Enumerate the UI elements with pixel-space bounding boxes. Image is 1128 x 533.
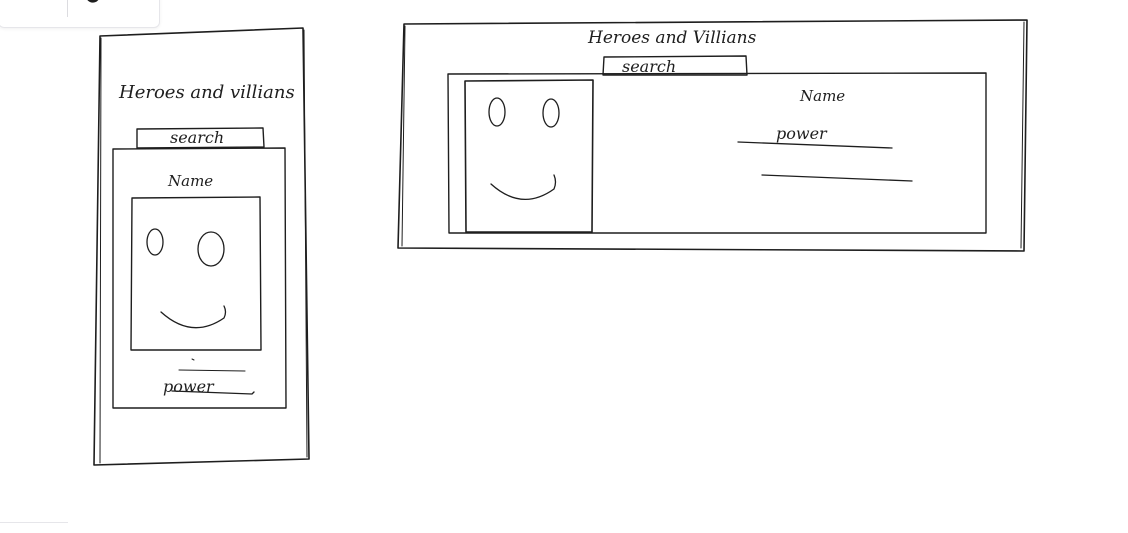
desktop-window-frame[interactable] [397,19,1028,252]
sketch-canvas[interactable] [0,0,1128,526]
desktop-avatar-box[interactable] [464,79,594,233]
smiley-face-icon [146,228,227,329]
desktop-app-title: Heroes and Villians [588,28,757,48]
mobile-card-name: Name [168,172,214,190]
desktop-placeholder-line [761,174,913,182]
desktop-wireframe[interactable] [397,19,1028,252]
mobile-card-power: power [163,377,214,396]
desktop-card-frame[interactable] [447,72,987,234]
desktop-card-power: power [776,124,827,143]
mobile-name-underline [178,369,246,372]
desktop-card-name: Name [800,87,846,105]
mobile-search-label[interactable]: search [170,130,224,146]
desktop-search-label[interactable]: search [622,59,676,75]
smiley-face-icon [488,97,560,201]
mobile-app-title: Heroes and villians [119,82,295,103]
